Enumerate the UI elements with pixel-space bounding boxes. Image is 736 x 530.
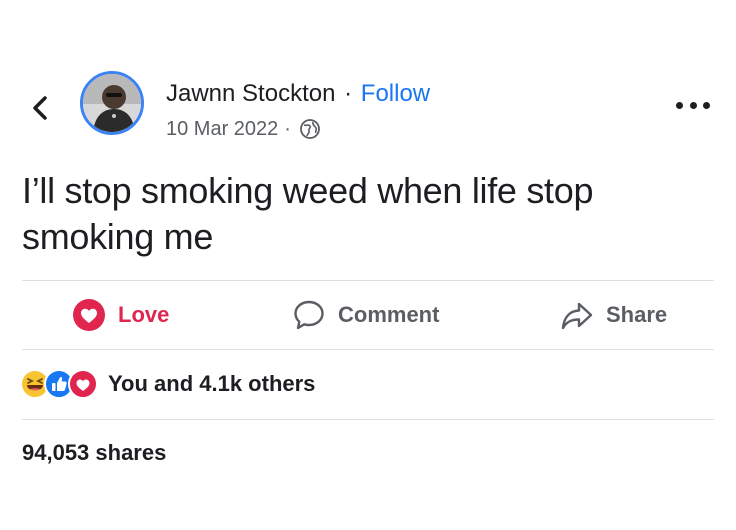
globe-icon [299,118,321,140]
post-meta: 10 Mar 2022 · [166,117,321,141]
shares-count[interactable]: 94,053 shares [22,440,166,466]
back-button[interactable] [26,94,54,122]
chevron-left-icon [33,96,47,120]
more-options-button[interactable] [676,98,710,112]
author-avatar[interactable] [80,71,144,135]
share-button[interactable]: Share [560,296,667,334]
love-label: Love [118,302,170,327]
love-button[interactable]: Love [72,296,169,334]
post-date[interactable]: 10 Mar 2022 [166,117,278,141]
post-text: I’ll stop smoking weed when life stop sm… [22,170,594,257]
reaction-icons [20,369,98,399]
divider [22,349,714,350]
more-options-dot [689,101,697,109]
heart-icon [72,298,106,332]
love-icon [68,369,98,399]
share-label: Share [606,302,668,327]
comment-button[interactable]: Comment [292,296,439,334]
follow-button[interactable]: Follow [361,80,430,107]
divider [22,280,714,281]
divider [22,419,714,420]
reactions-text: You and 4.1k others [108,371,316,396]
name-separator: · [344,80,353,107]
more-options-dot [703,101,710,109]
author-name[interactable]: Jawnn Stockton [166,80,335,107]
reactions-summary[interactable]: You and 4.1k others [20,369,315,399]
meta-separator: · [284,118,291,140]
share-arrow-icon [560,298,594,332]
comment-icon [292,298,326,332]
more-options-icon [676,101,683,109]
author-line: Jawnn Stockton · Follow [166,80,430,108]
comment-label: Comment [338,302,440,327]
